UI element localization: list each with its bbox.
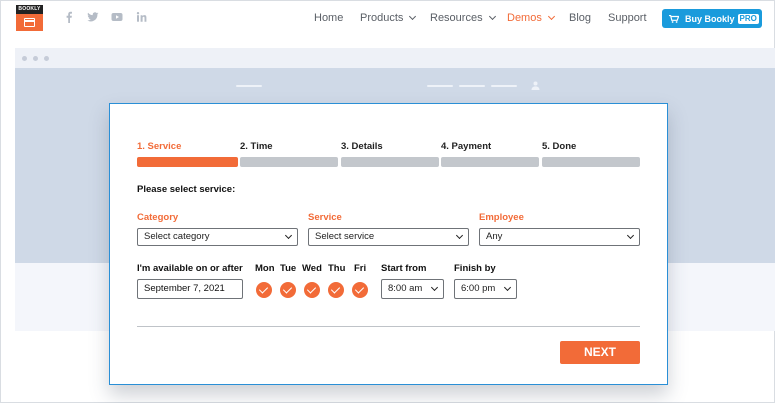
step-done: 5. Done	[542, 141, 577, 152]
nav-demos[interactable]: Demos	[507, 12, 555, 24]
checkbox-thu[interactable]	[328, 282, 344, 298]
checkbox-mon[interactable]	[256, 282, 272, 298]
bookly-logo[interactable]: BOOKLY	[16, 5, 43, 31]
chevron-down-icon	[503, 283, 512, 292]
page-frame: BOOKLY Home Products Resources Demos Blo…	[0, 0, 775, 403]
nav-products[interactable]: Products	[360, 12, 417, 24]
category-select[interactable]: Select category	[137, 228, 298, 246]
step-details: 3. Details	[341, 141, 383, 152]
nav-resources[interactable]: Resources	[430, 12, 496, 24]
chevron-down-icon	[547, 12, 555, 21]
youtube-icon[interactable]	[111, 11, 123, 23]
day-label-wed: Wed	[302, 263, 322, 274]
finish-time-select[interactable]: 6:00 pm	[454, 279, 517, 299]
day-label-tue: Tue	[280, 263, 297, 274]
chevron-down-icon	[488, 12, 496, 21]
step-time: 2. Time	[240, 141, 273, 152]
checkbox-wed[interactable]	[304, 282, 320, 298]
progress-bar-details	[341, 157, 439, 167]
checkbox-fri[interactable]	[352, 282, 368, 298]
user-icon	[531, 81, 540, 90]
nav-support[interactable]: Support	[608, 12, 647, 24]
progress-bar-time	[240, 157, 338, 167]
mockup-nav-line	[491, 85, 517, 87]
twitter-icon[interactable]	[87, 11, 99, 23]
progress-bar-done	[542, 157, 640, 167]
nav-blog[interactable]: Blog	[569, 12, 591, 24]
service-label: Service	[308, 212, 342, 223]
chevron-down-icon	[626, 231, 635, 240]
chevron-down-icon	[409, 12, 417, 21]
finish-by-label: Finish by	[454, 263, 496, 274]
mockup-titlebar	[15, 48, 775, 68]
start-from-label: Start from	[381, 263, 427, 274]
start-time-select[interactable]: 8:00 am	[381, 279, 444, 299]
next-button[interactable]: NEXT	[560, 341, 640, 364]
progress-bar-payment	[441, 157, 539, 167]
calendar-icon	[24, 18, 35, 27]
mockup-nav-line	[459, 85, 485, 87]
chevron-down-icon	[430, 283, 439, 292]
day-label-mon: Mon	[255, 263, 275, 274]
employee-select[interactable]: Any	[479, 228, 640, 246]
step-service: 1. Service	[137, 141, 182, 152]
window-dot	[22, 56, 27, 61]
available-label: I'm available on or after	[137, 263, 243, 274]
cart-icon	[669, 14, 679, 23]
progress-bar-service	[137, 157, 238, 167]
window-dot	[44, 56, 49, 61]
mockup-logo-line	[236, 85, 262, 87]
chevron-down-icon	[455, 231, 464, 240]
form-prompt: Please select service:	[137, 184, 236, 195]
date-field[interactable]: September 7, 2021	[137, 279, 243, 299]
nav-home[interactable]: Home	[314, 12, 343, 24]
logo-text: BOOKLY	[16, 5, 43, 14]
category-label: Category	[137, 212, 179, 223]
mockup-nav-line	[427, 85, 453, 87]
facebook-icon[interactable]	[63, 11, 75, 23]
step-payment: 4. Payment	[441, 141, 492, 152]
booking-form: 1. Service 2. Time 3. Details 4. Payment…	[109, 103, 668, 385]
window-dot	[33, 56, 38, 61]
service-select[interactable]: Select service	[308, 228, 469, 246]
linkedin-icon[interactable]	[136, 11, 148, 23]
employee-label: Employee	[479, 212, 524, 223]
chevron-down-icon	[284, 231, 293, 240]
pro-badge: PRO	[737, 13, 759, 24]
checkbox-tue[interactable]	[280, 282, 296, 298]
day-label-thu: Thu	[328, 263, 346, 274]
form-divider	[137, 326, 640, 327]
day-label-fri: Fri	[354, 263, 367, 274]
buy-bookly-button[interactable]: Buy Bookly PRO	[662, 9, 762, 28]
